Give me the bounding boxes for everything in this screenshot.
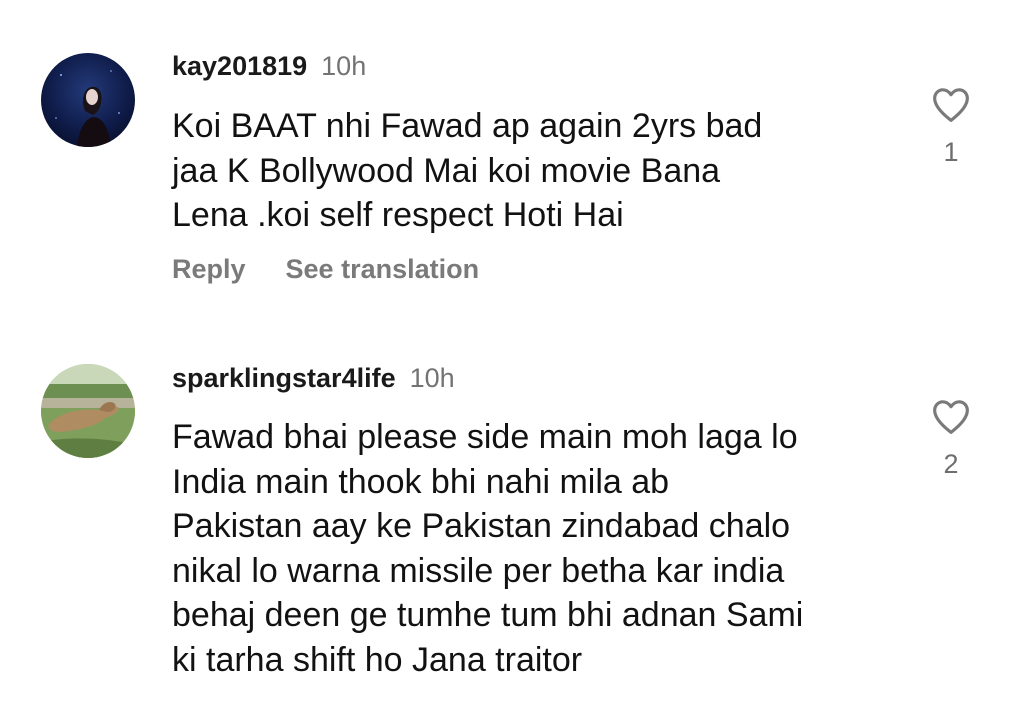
comment-text: Fawad bhai please side main moh laga lo … xyxy=(172,415,803,682)
avatar[interactable] xyxy=(41,364,135,458)
avatar-image xyxy=(41,53,135,147)
like-count: 2 xyxy=(943,449,959,479)
comment-meta: kay201819 10h xyxy=(172,50,366,82)
timestamp: 10h xyxy=(409,363,455,393)
heart-outline-icon[interactable] xyxy=(926,86,976,123)
avatar-image xyxy=(41,364,135,458)
comment-text-line: ki tarha shift ho Jana traitor xyxy=(172,640,583,679)
heart-outline-icon[interactable] xyxy=(926,398,976,435)
comment-text-line: nikal lo warna missile per betha kar ind… xyxy=(172,551,785,590)
comment-text-line: Koi BAAT nhi Fawad ap again 2yrs bad xyxy=(172,107,763,145)
username[interactable]: sparklingstar4life xyxy=(172,363,396,393)
avatar[interactable] xyxy=(41,53,135,147)
comment-text-line: Pakistan aay ke Pakistan zindabad chalo xyxy=(172,507,791,545)
see-translation-button[interactable]: See translation xyxy=(286,254,480,284)
like-count: 1 xyxy=(943,137,959,167)
reply-button[interactable]: Reply xyxy=(172,254,246,284)
comment-actions: Reply See translation xyxy=(172,254,479,285)
comment-meta: sparklingstar4life 10h xyxy=(172,362,455,394)
comment-text-line: behaj deen ge tumhe tum bhi adnan Sami xyxy=(172,596,804,634)
comment-text: Koi BAAT nhi Fawad ap again 2yrs bad jaa… xyxy=(172,104,762,238)
like-control: 1 xyxy=(926,86,976,168)
comment-text-line: India main thook bhi nahi mila ab xyxy=(172,462,670,501)
comment-text-line: Lena .koi self respect Hoti Hai xyxy=(172,196,624,234)
comment-text-line: Fawad bhai please side main moh laga lo xyxy=(172,418,798,456)
timestamp: 10h xyxy=(321,51,367,81)
username[interactable]: kay201819 xyxy=(172,51,307,81)
comment-text-line: jaa K Bollywood Mai koi movie Bana xyxy=(172,151,721,190)
like-control: 2 xyxy=(926,398,976,480)
